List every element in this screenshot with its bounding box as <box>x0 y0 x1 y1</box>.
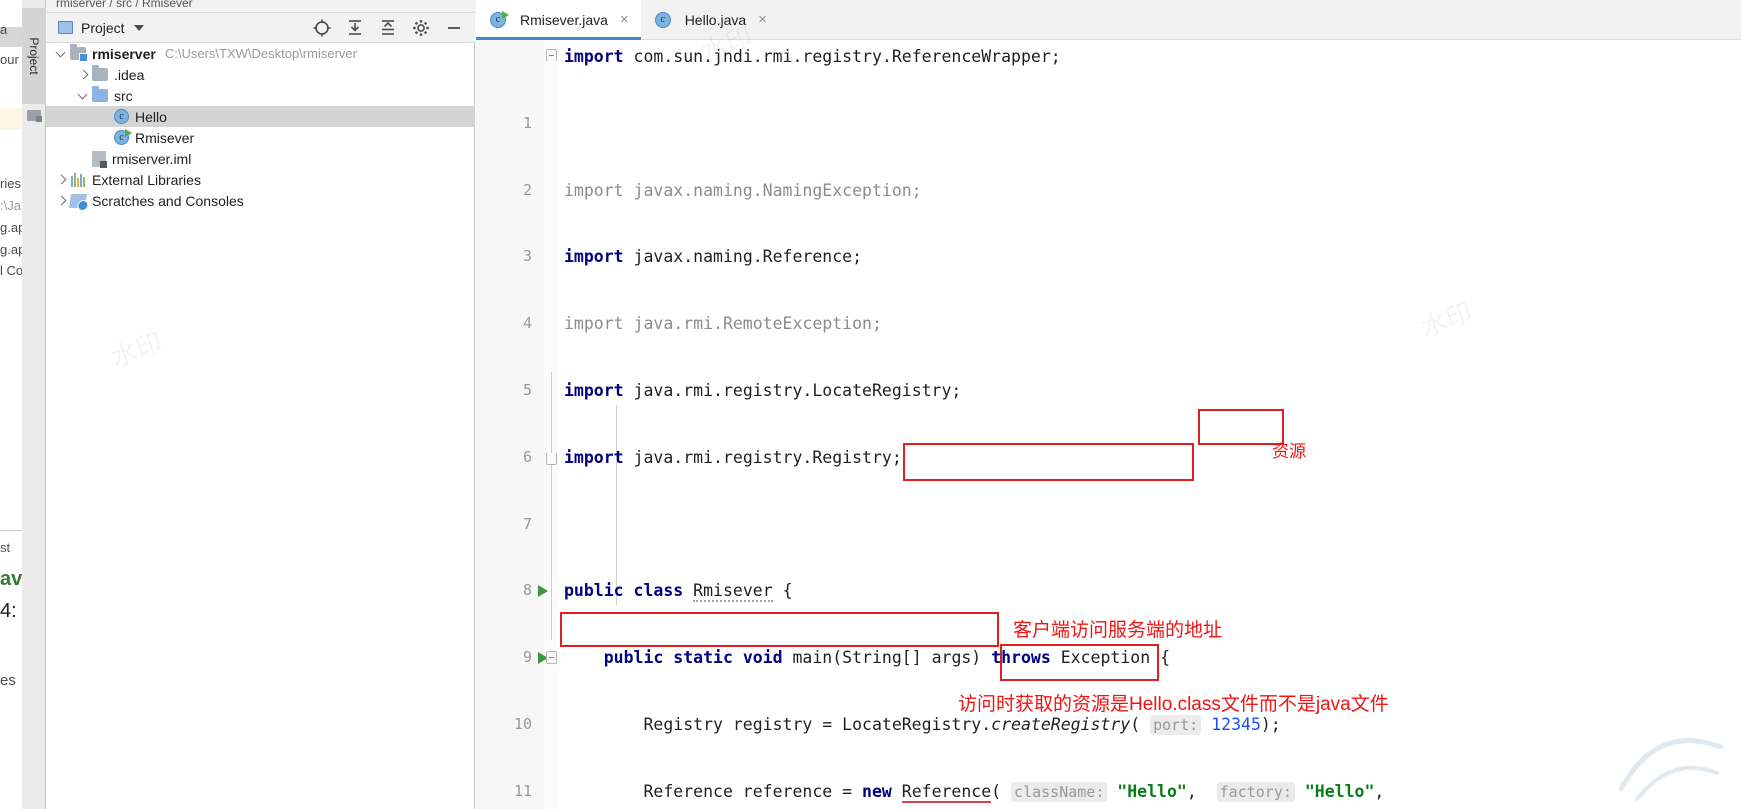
code-row[interactable]: 9 public class Rmisever { <box>476 574 1741 666</box>
folder-icon <box>92 65 108 81</box>
tree-node-rmisever[interactable]: c Rmisever <box>46 127 475 148</box>
bg-line-0: a <box>0 22 8 37</box>
bg-line-6: l Co <box>0 263 24 278</box>
tree-node-path: C:\Users\TXW\Desktop\rmiserver <box>164 46 357 61</box>
hide-panel-icon[interactable] <box>445 19 463 37</box>
bg-line-7: st <box>0 540 11 555</box>
tree-node-hello[interactable]: c Hello <box>46 106 475 127</box>
tab-close-icon[interactable]: × <box>758 12 767 27</box>
code-row[interactable]: 12 Reference reference = new Reference( … <box>476 775 1741 808</box>
fold-marker-icon[interactable] <box>546 49 557 61</box>
bg-line-8: av <box>0 568 23 590</box>
chevron-expanded-icon[interactable] <box>76 89 90 103</box>
tab-label: Rmisever.java <box>520 11 608 28</box>
java-runnable-class-icon: c <box>114 129 132 145</box>
chevron-down-icon[interactable] <box>133 24 144 31</box>
watermark-swoosh <box>1618 738 1724 801</box>
tree-node-label: rmiserver <box>92 45 156 62</box>
code-row[interactable]: 1 import com.sun.jndi.rmi.registry.Refer… <box>476 40 1741 132</box>
project-tool-window: Project rmiserver C:\Users\TXW\Desktop\r… <box>46 13 475 809</box>
code-text: import com.sun.jndi.rmi.registry.Referen… <box>564 47 1061 66</box>
code-row[interactable]: 8 <box>476 508 1741 599</box>
parameter-hint: port: <box>1150 714 1202 735</box>
annotation-class-file-label: 访问时获取的资源是Hello.class文件而不是java文件 <box>958 694 1389 715</box>
settings-gear-icon[interactable] <box>412 19 430 37</box>
project-tree: rmiserver C:\Users\TXW\Desktop\rmiserver… <box>46 43 475 211</box>
editor-tab-bar: c Rmisever.java × c Hello.java × <box>476 0 1741 40</box>
code-row[interactable]: 7 import java.rmi.registry.Registry; <box>476 441 1741 533</box>
chevron-collapsed-icon[interactable] <box>54 194 68 208</box>
locate-icon[interactable] <box>313 19 331 37</box>
project-panel-actions <box>313 19 475 37</box>
scratches-icon <box>69 193 87 208</box>
module-folder-icon <box>70 44 88 62</box>
tree-node-scratches-and-consoles[interactable]: Scratches and Consoles <box>46 190 475 211</box>
tree-node-label: External Libraries <box>92 171 201 188</box>
tab-rmisever-java[interactable]: c Rmisever.java × <box>476 0 641 40</box>
tool-window-button-label: Project <box>27 37 41 75</box>
chevron-expanded-icon[interactable] <box>54 47 68 61</box>
tree-node-external-libraries[interactable]: External Libraries <box>46 169 475 190</box>
tree-node-rmiserver-iml[interactable]: rmiserver.iml <box>46 148 475 169</box>
editor-area: c Rmisever.java × c Hello.java × 1 impor… <box>476 0 1741 809</box>
tree-node-rmiserver[interactable]: rmiserver C:\Users\TXW\Desktop\rmiserver <box>46 43 475 64</box>
tab-label: Hello.java <box>684 11 747 28</box>
code-text: Reference reference = new Reference( cla… <box>564 781 1385 803</box>
tab-hello-java[interactable]: c Hello.java × <box>640 0 779 39</box>
source-folder-icon <box>92 86 108 102</box>
folder-icon[interactable] <box>27 110 42 122</box>
bg-line-3: :\Ja <box>0 198 21 213</box>
chevron-collapsed-icon[interactable] <box>54 173 68 187</box>
fold-marker-icon[interactable] <box>546 651 557 665</box>
breadcrumb: rmiserver / src / Rmisever <box>56 0 193 10</box>
code-row[interactable]: 4 import javax.naming.Reference; <box>476 240 1741 332</box>
bg-line-1: our <box>0 52 19 67</box>
tree-node-label: Rmisever <box>135 129 195 146</box>
tree-node-label: src <box>114 87 133 104</box>
bg-line-9: 4: <box>0 600 17 622</box>
java-runnable-class-icon: c <box>490 10 509 28</box>
java-class-icon: c <box>654 11 671 28</box>
code-row[interactable]: 10 public static void main(String[] args… <box>476 641 1741 733</box>
fold-marker-icon[interactable] <box>546 452 557 465</box>
tree-node-label: .idea <box>114 66 145 83</box>
collapse-all-icon[interactable] <box>379 19 397 37</box>
tree-node-src[interactable]: src <box>46 85 475 106</box>
expand-all-icon[interactable] <box>346 19 364 37</box>
tab-close-icon[interactable]: × <box>620 12 629 27</box>
tool-window-button-project[interactable]: Project <box>22 8 46 104</box>
code-text: import java.rmi.RemoteException; <box>564 314 882 334</box>
project-panel-header: Project <box>46 13 475 43</box>
tree-node-label: rmiserver.iml <box>112 150 192 167</box>
code-text: import java.rmi.registry.LocateRegistry; <box>564 380 962 400</box>
code-text: public static void main(String[] args) t… <box>603 648 1171 668</box>
bg-line-10: es <box>0 672 16 689</box>
code-text: import java.rmi.registry.Registry; <box>564 447 902 467</box>
java-class-icon: c <box>114 109 129 124</box>
bg-line-2: ries <box>0 176 21 191</box>
iml-file-icon <box>92 150 107 168</box>
parameter-hint: factory: <box>1216 781 1295 802</box>
code-row[interactable]: 3 import javax.naming.NamingException; <box>476 174 1741 266</box>
code-text: import javax.naming.Reference; <box>564 247 863 267</box>
code-text: import javax.naming.NamingException; <box>564 180 922 200</box>
libraries-icon <box>70 172 86 187</box>
code-row[interactable]: 2 <box>476 107 1741 199</box>
annotation-client-address-label: 客户端访问服务端的地址 <box>1013 620 1223 641</box>
parameter-hint: className: <box>1011 781 1108 802</box>
tree-node-label: Scratches and Consoles <box>92 192 244 209</box>
chevron-collapsed-icon[interactable] <box>76 68 90 82</box>
code-text: public class Rmisever { <box>564 581 793 603</box>
code-row[interactable]: 6 import java.rmi.registry.LocateRegistr… <box>476 374 1741 466</box>
tree-node-label: Hello <box>135 108 167 125</box>
left-tool-window-bar: Project <box>22 0 46 809</box>
project-panel-title: Project <box>81 19 125 36</box>
tree-node-idea[interactable]: .idea <box>46 64 475 85</box>
project-icon <box>58 21 73 34</box>
run-class-gutter-icon[interactable] <box>538 585 548 598</box>
code-row[interactable]: 5 import java.rmi.RemoteException; <box>476 307 1741 399</box>
annotation-resource-label: 资源 <box>1272 442 1306 461</box>
ide-window: a our ries :\Ja g.ap g.ap l Co st av 4: … <box>0 0 1741 809</box>
